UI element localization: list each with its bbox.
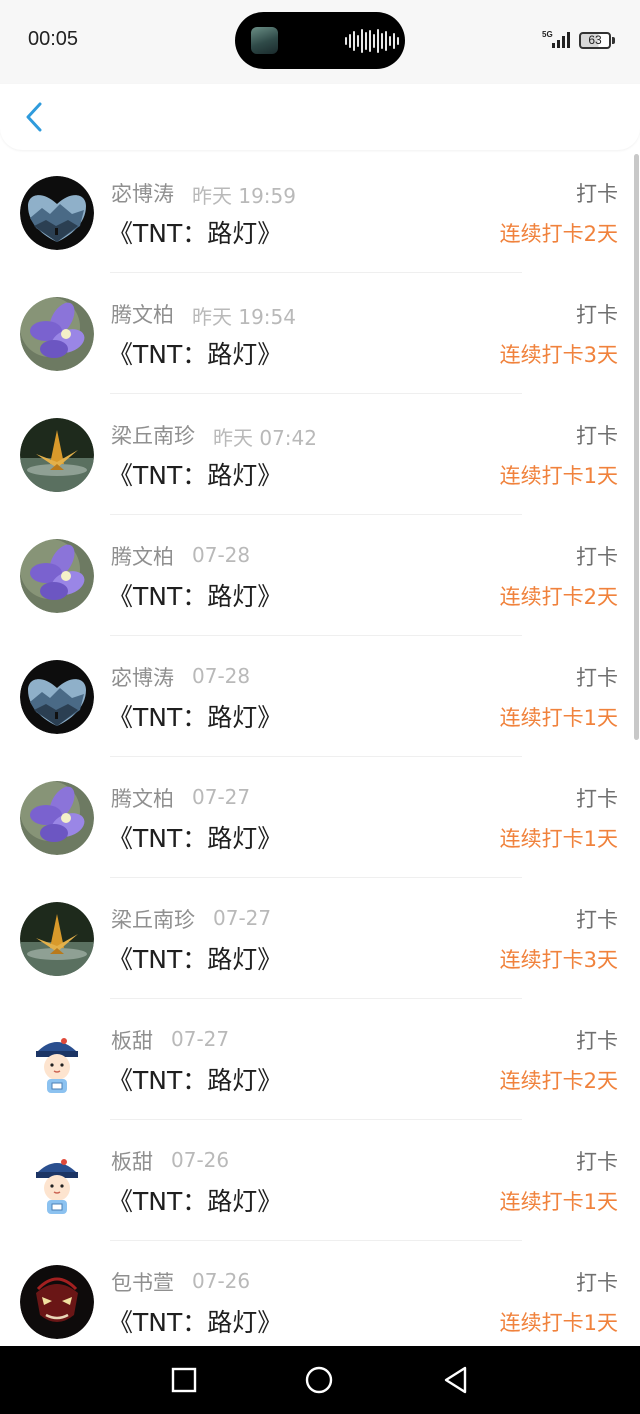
audio-waveform-icon xyxy=(345,28,399,54)
checkin-row[interactable]: 梁丘南珍 07-27 《TNT：路灯》 打卡连续打卡3天 xyxy=(0,878,640,999)
streak-label: 连续打卡1天 xyxy=(499,706,618,730)
checkin-time: 07-26 xyxy=(192,1269,251,1293)
user-name[interactable]: 宓博涛 xyxy=(111,662,174,692)
checkin-list: 宓博涛 昨天 19:59 《TNT：路灯》 打卡 连续打卡2天 腾文柏 昨天 19:54 《T… xyxy=(0,152,640,1346)
checkin-time: 07-26 xyxy=(171,1148,230,1172)
home-button[interactable] xyxy=(303,1364,335,1396)
streak-label: 连续打卡1天 xyxy=(499,1190,618,1214)
checkin-label: 打卡 xyxy=(576,303,618,327)
book-title[interactable]: 《TNT：路灯》 xyxy=(108,1303,282,1339)
book-title[interactable]: 《TNT：路灯》 xyxy=(108,1061,282,1097)
streak-label: 连续打卡2天 xyxy=(499,1069,618,1093)
user-name[interactable]: 梁丘南珍 xyxy=(111,904,195,934)
checkin-row[interactable]: 腾文柏 昨天 19:54 《TNT：路灯》 打卡连续打卡3天 xyxy=(0,273,640,394)
status-time: 00:05 xyxy=(28,28,79,50)
avatar[interactable] xyxy=(20,902,94,976)
checkin-label: 打卡 xyxy=(576,787,618,811)
streak-label: 连续打卡3天 xyxy=(499,343,618,367)
circle-icon xyxy=(305,1366,333,1394)
checkin-label: 打卡 xyxy=(576,1271,618,1295)
checkin-time: 昨天 19:54 xyxy=(192,305,296,329)
streak-label: 连续打卡3天 xyxy=(499,948,618,972)
streak-label: 连续打卡1天 xyxy=(499,1311,618,1335)
book-title[interactable]: 《TNT：路灯》 xyxy=(108,456,282,492)
scrollbar[interactable] xyxy=(634,154,639,740)
avatar[interactable] xyxy=(20,297,94,371)
checkin-row[interactable]: 梁丘南珍 昨天 07:42 《TNT：路灯》 打卡连续打卡1天 xyxy=(0,394,640,515)
checkin-label: 打卡 xyxy=(576,908,618,932)
checkin-time: 07-27 xyxy=(171,1027,230,1051)
user-name[interactable]: 腾文柏 xyxy=(111,541,174,571)
checkin-row[interactable]: 板甜 07-26 《TNT：路灯》 打卡连续打卡1天 xyxy=(0,1120,640,1241)
user-name[interactable]: 包书萱 xyxy=(111,1267,174,1297)
back-nav-button[interactable] xyxy=(440,1364,472,1396)
user-name[interactable]: 腾文柏 xyxy=(111,299,174,329)
streak-label: 连续打卡1天 xyxy=(499,464,618,488)
checkin-time: 07-27 xyxy=(213,906,272,930)
dynamic-island[interactable] xyxy=(235,12,405,69)
checkin-time: 07-27 xyxy=(192,785,251,809)
avatar[interactable] xyxy=(20,176,94,250)
checkin-label: 打卡 xyxy=(576,182,618,206)
top-nav-bar xyxy=(0,84,640,150)
checkin-row[interactable]: 腾文柏 07-27 《TNT：路灯》 打卡连续打卡1天 xyxy=(0,757,640,878)
chevron-left-icon xyxy=(26,102,42,132)
battery-icon: 63 xyxy=(579,32,615,49)
checkin-row[interactable]: 腾文柏 07-28 《TNT：路灯》 打卡连续打卡2天 xyxy=(0,515,640,636)
streak-label: 连续打卡1天 xyxy=(499,827,618,851)
triangle-back-icon xyxy=(444,1366,467,1394)
recent-apps-button[interactable] xyxy=(168,1364,200,1396)
user-name[interactable]: 宓博涛 xyxy=(111,178,174,208)
media-thumbnail xyxy=(251,27,278,54)
book-title[interactable]: 《TNT：路灯》 xyxy=(108,698,282,734)
user-name[interactable]: 板甜 xyxy=(111,1146,153,1176)
book-title[interactable]: 《TNT：路灯》 xyxy=(108,335,282,371)
checkin-row[interactable]: 包书萱 07-26 《TNT：路灯》 打卡连续打卡1天 xyxy=(0,1241,640,1346)
checkin-row[interactable]: 宓博涛 07-28 《TNT：路灯》 打卡连续打卡1天 xyxy=(0,636,640,757)
avatar[interactable] xyxy=(20,1265,94,1339)
checkin-label: 打卡 xyxy=(576,1029,618,1053)
streak-label: 连续打卡2天 xyxy=(499,585,618,609)
avatar[interactable] xyxy=(20,660,94,734)
signal-icon: 5G xyxy=(542,30,574,50)
checkin-time: 昨天 07:42 xyxy=(213,426,317,450)
avatar[interactable] xyxy=(20,781,94,855)
book-title[interactable]: 《TNT：路灯》 xyxy=(108,1182,282,1218)
checkin-time: 07-28 xyxy=(192,664,251,688)
checkin-time: 07-28 xyxy=(192,543,251,567)
book-title[interactable]: 《TNT：路灯》 xyxy=(108,940,282,976)
checkin-label: 打卡 xyxy=(576,1150,618,1174)
book-title[interactable]: 《TNT：路灯》 xyxy=(108,819,282,855)
checkin-row[interactable]: 宓博涛 昨天 19:59 《TNT：路灯》 打卡连续打卡2天 xyxy=(0,152,640,273)
user-name[interactable]: 梁丘南珍 xyxy=(111,420,195,450)
avatar[interactable] xyxy=(20,539,94,613)
user-name[interactable]: 腾文柏 xyxy=(111,783,174,813)
square-icon xyxy=(171,1367,197,1393)
back-button[interactable] xyxy=(20,96,54,136)
streak-label: 连续打卡2天 xyxy=(499,222,618,246)
checkin-label: 打卡 xyxy=(576,666,618,690)
avatar[interactable] xyxy=(20,1144,94,1218)
system-nav-bar xyxy=(0,1346,640,1414)
checkin-label: 打卡 xyxy=(576,545,618,569)
avatar[interactable] xyxy=(20,1023,94,1097)
status-bar: 00:05 5G 63 xyxy=(0,0,640,84)
book-title[interactable]: 《TNT：路灯》 xyxy=(108,577,282,613)
checkin-row[interactable]: 板甜 07-27 《TNT：路灯》 打卡连续打卡2天 xyxy=(0,999,640,1120)
user-name[interactable]: 板甜 xyxy=(111,1025,153,1055)
avatar[interactable] xyxy=(20,418,94,492)
checkin-time: 昨天 19:59 xyxy=(192,184,296,208)
checkin-label: 打卡 xyxy=(576,424,618,448)
book-title[interactable]: 《TNT：路灯》 xyxy=(108,214,282,250)
